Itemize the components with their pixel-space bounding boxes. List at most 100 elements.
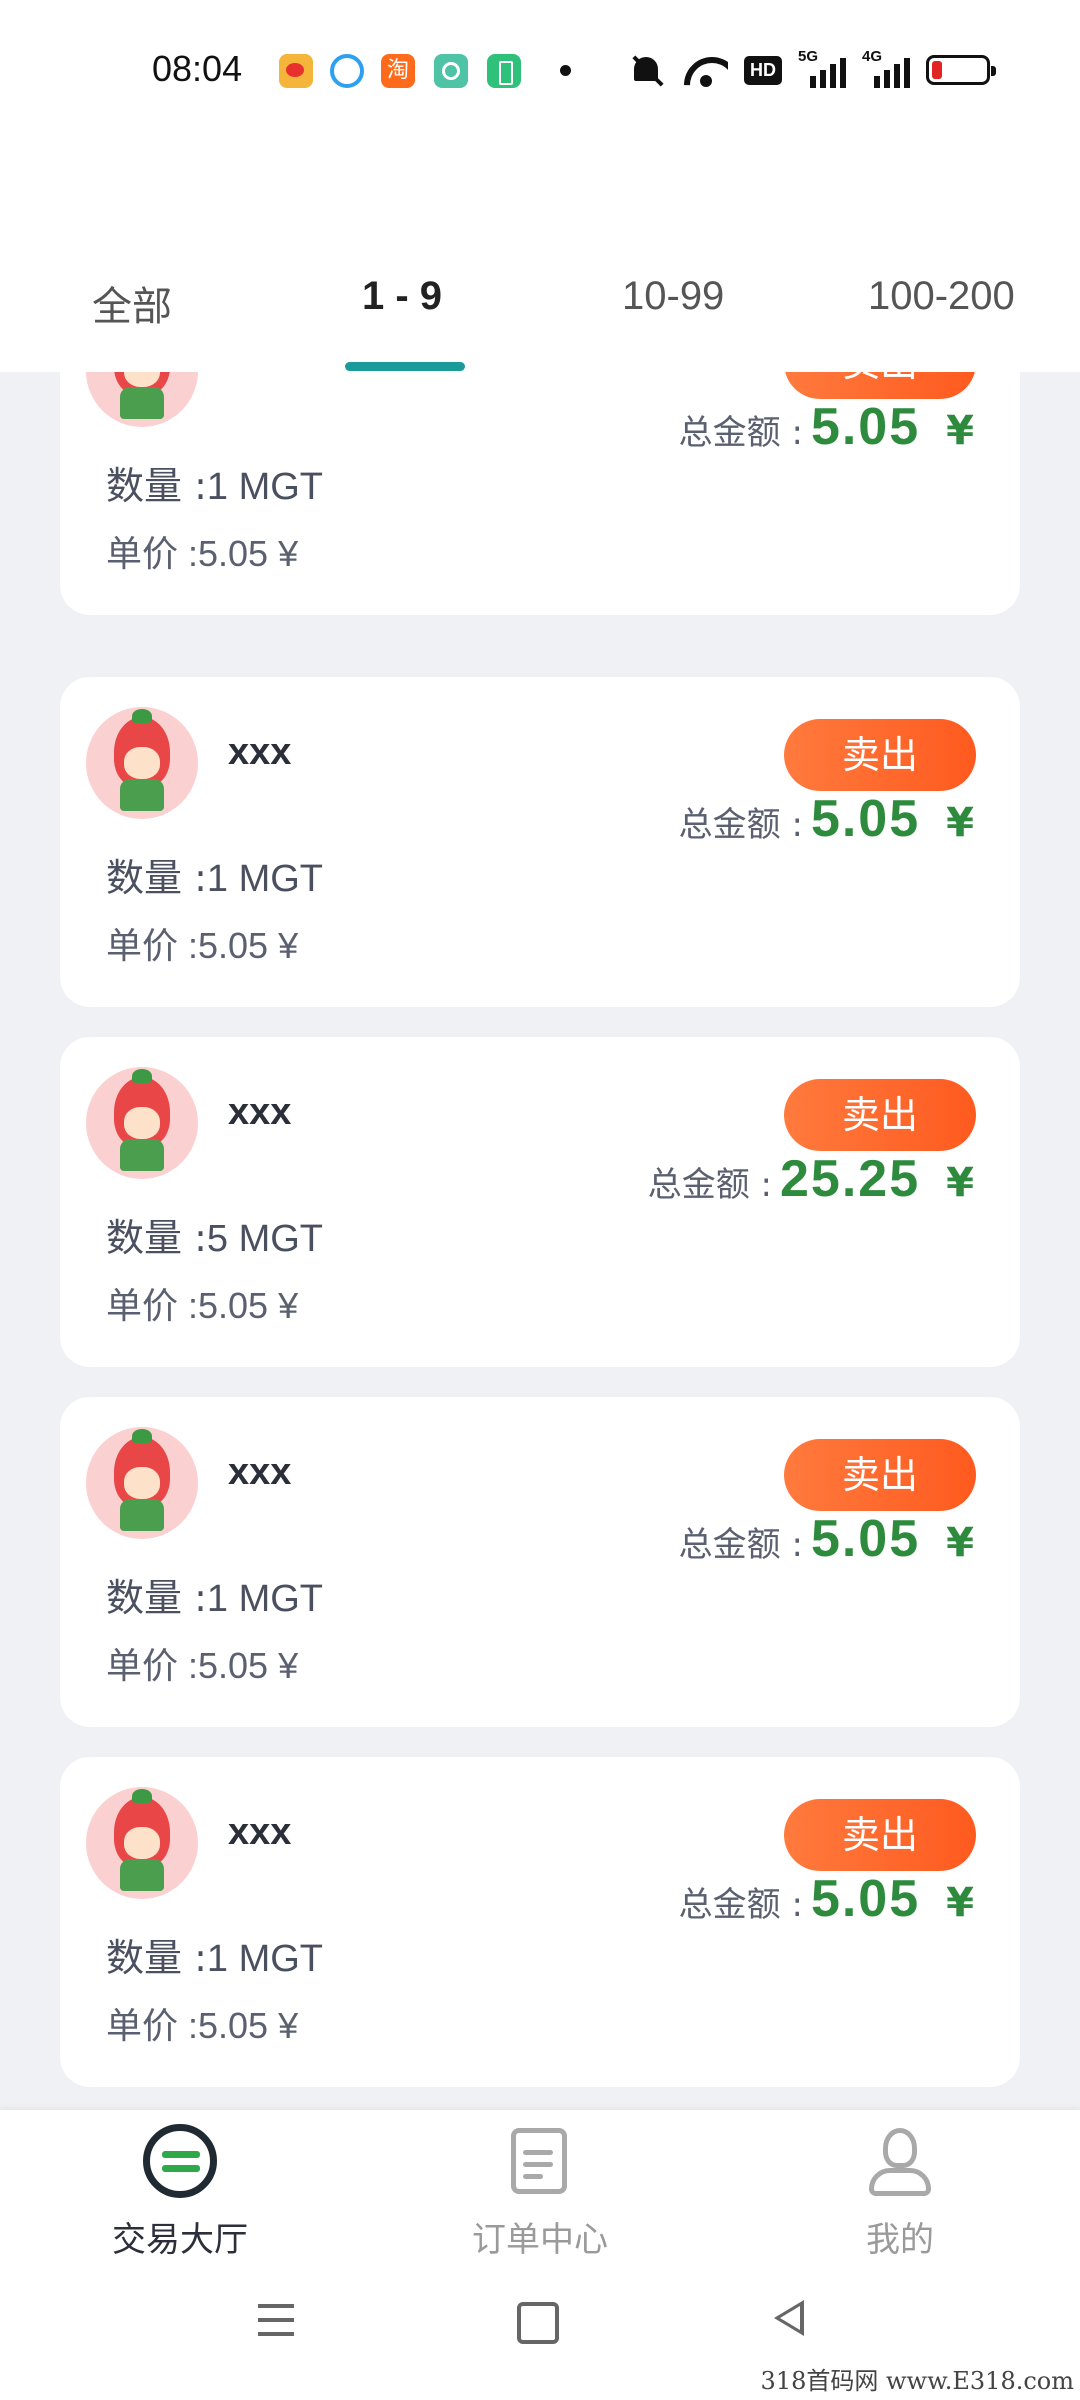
currency-symbol: ¥ [946, 1520, 974, 1566]
total-value: 25.25 [780, 1150, 921, 1208]
total-label: 总金额 : [647, 1165, 773, 1205]
recent-apps-button[interactable] [246, 2290, 306, 2350]
total-label: 总金额 : [678, 1885, 803, 1925]
browser-icon [330, 54, 364, 88]
unit-price-value: 5.05 ¥ [198, 2005, 299, 2046]
tab-all[interactable]: 全部 [92, 274, 172, 332]
nav-label: 我的 [866, 2220, 934, 2260]
total-amount: 总金额 : 25.25 ¥ [648, 1149, 974, 1209]
home-button[interactable] [505, 2290, 565, 2350]
avatar [86, 1427, 198, 1539]
range-tabs: 全部 1 - 9 10-99 100-200 [0, 250, 1080, 372]
signal-4g-icon: 4G [862, 48, 910, 88]
unit-price-value: 5.05 ¥ [198, 1285, 299, 1326]
profile-icon [863, 2124, 937, 2198]
currency-symbol: ¥ [946, 800, 974, 846]
total-label: 总金额 : [678, 413, 803, 453]
currency-symbol: ¥ [946, 408, 974, 454]
quantity-label: 数量 : [106, 1216, 207, 1260]
unit-price: 单价 :5.05 ¥ [106, 525, 298, 577]
avatar [86, 1787, 198, 1899]
tab-10-99[interactable]: 10-99 [622, 274, 724, 319]
exchange-icon [143, 2124, 217, 2198]
tab-100-200[interactable]: 100-200 [868, 274, 1015, 319]
nav-label: 订单中心 [472, 2220, 608, 2260]
quantity: 数量 :5 MGT [106, 1207, 323, 1262]
unit-price-label: 单价 : [106, 1645, 199, 1686]
quantity-label: 数量 : [106, 1576, 207, 1620]
unit-price-value: 5.05 ¥ [198, 533, 299, 574]
sell-button[interactable]: 卖出 [784, 1439, 976, 1511]
total-amount: 总金额 : 5.05 ¥ [679, 397, 974, 457]
system-navigation-bar [0, 2290, 1080, 2370]
tab-1-9[interactable]: 1 - 9 [362, 274, 442, 319]
clock: 08:04 [152, 48, 243, 89]
wifi-icon [684, 53, 728, 87]
quantity: 数量 :1 MGT [106, 847, 323, 902]
app-notification-icon [434, 54, 468, 88]
battery-low-icon [926, 55, 996, 85]
watermark: 318首码网 www.E318.com [760, 2367, 1074, 2395]
hd-icon: HD [744, 55, 782, 85]
unit-price: 单价 :5.05 ¥ [106, 917, 298, 969]
more-notifications-dot [560, 65, 571, 76]
battery-app-icon [487, 54, 521, 88]
signal-5g-icon: 5G [798, 48, 846, 88]
unit-price: 单价 :5.05 ¥ [106, 1997, 298, 2049]
order-card: xxx 卖出 总金额 : 5.05 ¥ 数量 :1 MGT 单价 :5.05 ¥ [60, 1397, 1020, 1727]
mute-icon [628, 53, 668, 87]
total-label: 总金额 : [678, 1525, 803, 1565]
order-card: xxx 卖出 总金额 : 5.05 ¥ 数量 :1 MGT 单价 :5.05 ¥ [60, 1757, 1020, 2087]
nav-label: 交易大厅 [112, 2220, 248, 2260]
nav-profile[interactable]: 我的 [780, 2124, 1020, 2274]
order-card: xxx 卖出 总金额 : 25.25 ¥ 数量 :5 MGT 单价 :5.05 … [60, 1037, 1020, 1367]
system-status-icons: HD 5G 4G [628, 48, 996, 90]
total-label: 总金额 : [678, 805, 803, 845]
total-amount: 总金额 : 5.05 ¥ [679, 789, 974, 849]
currency-symbol: ¥ [946, 1880, 974, 1926]
active-tab-indicator [345, 362, 465, 371]
unit-price: 单价 :5.05 ¥ [106, 1637, 298, 1689]
sell-button[interactable]: 卖出 [784, 719, 976, 791]
quantity-value: 1 MGT [206, 1578, 324, 1620]
unit-price-label: 单价 : [106, 925, 199, 966]
total-amount: 总金额 : 5.05 ¥ [679, 1869, 974, 1929]
screen: xxx 卖出 总金额 : 5.05 ¥ 数量 :1 MGT 单价 :5.05 ¥… [0, 0, 1080, 2400]
quantity-value: 1 MGT [206, 1938, 324, 1980]
taobao-icon: 淘 [381, 54, 415, 88]
avatar [86, 707, 198, 819]
seller-name: xxx [228, 1811, 292, 1853]
seller-name: xxx [228, 1091, 292, 1133]
nav-order-center[interactable]: 订单中心 [420, 2124, 660, 2274]
weibo-icon [279, 54, 313, 88]
quantity-label: 数量 : [106, 856, 207, 900]
seller-name: xxx [228, 731, 292, 773]
unit-price-label: 单价 : [106, 2005, 199, 2046]
sell-button[interactable]: 卖出 [784, 1079, 976, 1151]
unit-price-value: 5.05 ¥ [198, 925, 299, 966]
order-card: xxx 卖出 总金额 : 5.05 ¥ 数量 :1 MGT 单价 :5.05 ¥ [60, 677, 1020, 1007]
document-icon [503, 2124, 577, 2198]
unit-price-label: 单价 : [106, 1285, 199, 1326]
unit-price-value: 5.05 ¥ [198, 1645, 299, 1686]
back-button[interactable] [764, 2290, 824, 2350]
nav-trading-hall[interactable]: 交易大厅 [60, 2124, 300, 2274]
quantity-value: 1 MGT [206, 858, 324, 900]
total-value: 5.05 [810, 1870, 921, 1928]
seller-name: xxx [228, 1451, 292, 1493]
total-value: 5.05 [810, 790, 921, 848]
quantity-value: 5 MGT [206, 1218, 324, 1260]
quantity-value: 1 MGT [206, 466, 324, 508]
total-amount: 总金额 : 5.05 ¥ [679, 1509, 974, 1569]
top-bar: 08:04 淘 HD 5G 4G 全部 1 - 9 10-99 100-200 [0, 0, 1080, 372]
quantity-label: 数量 : [106, 1936, 207, 1980]
total-value: 5.05 [810, 1510, 921, 1568]
currency-symbol: ¥ [946, 1160, 974, 1206]
quantity-label: 数量 : [106, 464, 207, 508]
avatar [86, 1067, 198, 1179]
sell-button[interactable]: 卖出 [784, 1799, 976, 1871]
status-bar: 08:04 淘 HD 5G 4G [0, 0, 1080, 140]
unit-price: 单价 :5.05 ¥ [106, 1277, 298, 1329]
unit-price-label: 单价 : [106, 533, 199, 574]
quantity: 数量 :1 MGT [106, 455, 323, 510]
